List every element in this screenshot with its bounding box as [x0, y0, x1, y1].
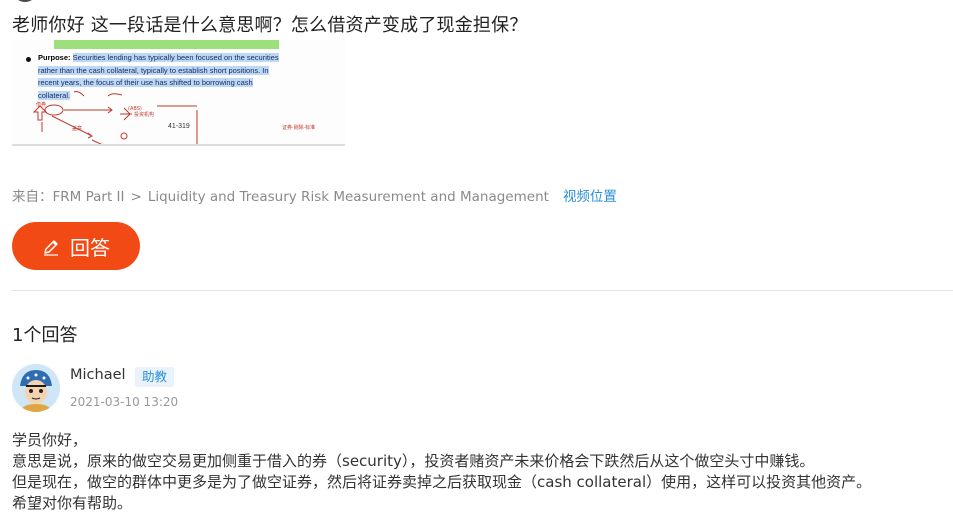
source-prefix: 来自：	[12, 189, 53, 205]
answer-timestamp: 2021-03-10 13:20	[70, 395, 179, 409]
svg-text:证券·剔除·标准: 证券·剔除·标准	[282, 124, 315, 131]
section-divider	[12, 290, 953, 291]
source-line: 来自：FRM Part II > Liquidity and Treasury Ri…	[12, 185, 617, 205]
avatar[interactable]	[12, 364, 60, 412]
svg-text:投资机构: 投资机构	[134, 111, 154, 118]
answer-line: 意思是说，原来的做空交易更加侧重于借入的券（security），投资者赌资产未来…	[12, 452, 815, 470]
answer-button[interactable]: 回答	[12, 222, 140, 270]
question-title: 老师你好 这一段话是什么意思啊？怎么借资产变成了现金担保？	[12, 15, 528, 36]
handwritten-annotations: 盖章 投资机构 借券 (ABS) 证券·剔除·标准 41-319	[32, 91, 315, 144]
answer-count: 1个回答	[12, 325, 78, 346]
breadcrumb-separator: >	[130, 189, 142, 205]
svg-text:(ABS): (ABS)	[128, 106, 142, 112]
role-badge: 助教	[135, 367, 175, 387]
answer-line: 但是现在，做空的群体中更多是为了做空证券，然后将证券卖掉之后获取现金（cash …	[12, 473, 872, 491]
note-number: 41-319	[168, 123, 190, 130]
question-attached-image[interactable]: Purpose: Securities lending has typicall…	[12, 40, 345, 146]
source-course[interactable]: FRM Part II	[53, 189, 125, 205]
answer-button-label: 回答	[70, 235, 110, 260]
answer-line: 学员你好，	[12, 431, 88, 449]
source-chapter[interactable]: Liquidity and Treasury Risk Measurement …	[148, 189, 549, 205]
pencil-icon	[42, 237, 60, 256]
video-position-link[interactable]: 视频位置	[563, 189, 617, 205]
user-name[interactable]: Michael	[70, 367, 126, 383]
svg-text:盖章: 盖章	[72, 125, 82, 132]
answer-body: 学员你好， 意思是说，原来的做空交易更加侧重于借入的券（security），投资…	[12, 430, 942, 514]
answer-line: 希望对你有帮助。	[12, 494, 133, 512]
previous-avatar-stub	[12, 0, 38, 2]
svg-text:借券: 借券	[36, 101, 46, 108]
